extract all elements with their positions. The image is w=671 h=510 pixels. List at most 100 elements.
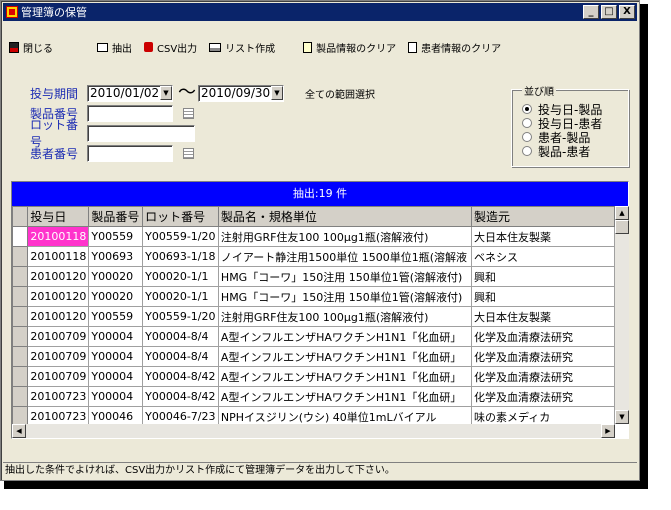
extract-button[interactable]: 抽出 (97, 40, 132, 55)
clear-patient-button[interactable]: 患者情報のクリア (408, 40, 501, 55)
table-cell[interactable]: 興和 (471, 266, 615, 287)
table-cell[interactable]: 化学及血清療法研究 (471, 346, 615, 367)
table-cell[interactable]: ベネシス (471, 246, 615, 267)
table-cell[interactable]: 20100120 (27, 286, 90, 307)
table-cell[interactable]: 20100709 (27, 326, 90, 347)
table-cell[interactable]: NPHイスジリン(ウシ) 40単位1mLバイアル (217, 406, 473, 424)
patient-number-field[interactable] (87, 144, 173, 162)
table-cell[interactable]: 化学及血清療法研究 (471, 386, 615, 407)
clear-product-button[interactable]: 製品情報のクリア (303, 40, 396, 55)
date-from-dropdown-icon[interactable]: ▼ (160, 86, 172, 100)
table-cell[interactable]: 大日本住友製薬 (471, 226, 615, 247)
column-header[interactable]: 製造元 (471, 206, 615, 227)
horizontal-scrollbar[interactable]: ◀ ▶ (12, 424, 615, 438)
create-list-button[interactable]: リスト作成 (209, 40, 275, 55)
table-cell[interactable]: Y00004 (88, 366, 144, 387)
table-cell[interactable]: A型インフルエンザHAワクチンH1N1「化血研」 (217, 386, 473, 407)
product-number-field[interactable] (87, 104, 173, 122)
table-cell[interactable]: ノイアート静注用1500単位 1500単位1瓶(溶解液 (217, 246, 473, 267)
table-cell[interactable]: 大日本住友製薬 (471, 306, 615, 327)
table-cell[interactable]: Y00046-7/23 (142, 406, 219, 424)
scroll-down-icon[interactable]: ▼ (615, 410, 629, 424)
table-row[interactable]: 20100723 Y00046 Y00046-7/23 NPHイスジリン(ウシ) 40… (12, 406, 615, 424)
sort-option-product-patient[interactable]: 製品-患者 (522, 144, 628, 159)
close-tool-button[interactable]: 閉じる (9, 40, 53, 55)
table-cell[interactable]: Y00559-1/20 (142, 306, 219, 327)
table-cell[interactable]: Y00693 (88, 246, 144, 267)
table-row[interactable]: 20100118 Y00693 Y00693-1/18 ノイアート静注用1500単位 … (12, 246, 615, 267)
table-cell[interactable]: HMG「コーワ」150注用 150単位1管(溶解液付) (217, 286, 473, 307)
column-header[interactable]: 投与日 (27, 206, 90, 227)
table-cell[interactable]: Y00004 (88, 346, 144, 367)
table-cell[interactable]: 化学及血清療法研究 (471, 366, 615, 387)
table-cell[interactable]: Y00004-8/4 (142, 326, 219, 347)
row-selector[interactable] (12, 366, 29, 387)
table-cell[interactable]: 20100118 (27, 246, 90, 267)
table-cell[interactable]: Y00693-1/18 (142, 246, 219, 267)
table-cell[interactable]: Y00020-1/1 (142, 266, 219, 287)
minimize-button[interactable]: _ (583, 5, 599, 19)
scroll-up-icon[interactable]: ▲ (615, 206, 629, 220)
table-cell[interactable]: 20100709 (27, 346, 90, 367)
vertical-scrollbar[interactable]: ▲ ▼ (615, 206, 629, 424)
table-cell[interactable]: Y00004-8/42 (142, 386, 219, 407)
table-cell[interactable]: 注射用GRF住友100 100μg1瓶(溶解液付) (217, 306, 473, 327)
table-cell[interactable]: 20100120 (27, 266, 90, 287)
radio-icon[interactable] (522, 104, 532, 114)
column-header[interactable]: ロット番号 (142, 206, 219, 227)
lot-number-field[interactable] (87, 124, 195, 142)
table-cell[interactable]: Y00559 (88, 306, 144, 327)
table-cell[interactable]: Y00004 (88, 326, 144, 347)
row-selector[interactable] (12, 326, 29, 347)
table-cell[interactable]: Y00559 (88, 226, 144, 247)
scroll-right-icon[interactable]: ▶ (601, 424, 615, 438)
table-row[interactable]: 20100118 Y00559 Y00559-1/20 注射用GRF住友100 100… (12, 226, 615, 247)
table-cell[interactable]: 20100120 (27, 306, 90, 327)
column-header[interactable]: 製品番号 (88, 206, 144, 227)
table-cell[interactable]: Y00004 (88, 386, 144, 407)
radio-icon[interactable] (522, 146, 532, 156)
row-selector[interactable] (12, 246, 29, 267)
radio-icon[interactable] (522, 118, 532, 128)
row-selector[interactable] (12, 386, 29, 407)
close-button[interactable]: X (619, 5, 635, 19)
column-header[interactable]: 製品名・規格単位 (217, 206, 473, 227)
row-selector[interactable] (12, 306, 29, 327)
table-cell[interactable]: 20100723 (27, 386, 90, 407)
table-cell[interactable]: Y00020 (88, 286, 144, 307)
table-row[interactable]: 20100723 Y00004 Y00004-8/42 A型インフルエンザHAワクチン… (12, 386, 615, 407)
row-selector[interactable] (12, 266, 29, 287)
date-to-dropdown-icon[interactable]: ▼ (271, 86, 283, 100)
product-picker-icon[interactable] (183, 107, 194, 119)
table-cell[interactable]: 20100723 (27, 406, 90, 424)
radio-icon[interactable] (522, 132, 532, 142)
table-cell[interactable]: 注射用GRF住友100 100μg1瓶(溶解液付) (217, 226, 473, 247)
table-cell[interactable]: Y00020 (88, 266, 144, 287)
table-cell[interactable]: 興和 (471, 286, 615, 307)
table-cell[interactable]: 味の素メディカ (471, 406, 615, 424)
row-selector[interactable] (12, 226, 29, 247)
table-cell[interactable]: A型インフルエンザHAワクチンH1N1「化血研」 (217, 326, 473, 347)
maximize-button[interactable]: □ (601, 5, 617, 19)
table-cell[interactable]: 20100709 (27, 366, 90, 387)
table-row[interactable]: 20100709 Y00004 Y00004-8/4 A型インフルエンザHAワクチンH… (12, 346, 615, 367)
table-row[interactable]: 20100709 Y00004 Y00004-8/4 A型インフルエンザHAワクチンH… (12, 326, 615, 347)
csv-export-button[interactable]: CSV出力 (144, 40, 197, 55)
table-cell[interactable]: Y00020-1/1 (142, 286, 219, 307)
row-selector[interactable] (12, 286, 29, 307)
row-selector[interactable] (12, 346, 29, 367)
patient-picker-icon[interactable] (183, 147, 194, 159)
table-cell[interactable]: Y00559-1/20 (142, 226, 219, 247)
scroll-left-icon[interactable]: ◀ (12, 424, 26, 438)
select-all-range-button[interactable]: 全ての範囲選択 (305, 86, 375, 101)
table-row[interactable]: 20100120 Y00559 Y00559-1/20 注射用GRF住友100 100… (12, 306, 615, 327)
scroll-thumb[interactable] (615, 220, 629, 234)
table-cell[interactable]: HMG「コーワ」150注用 150単位1管(溶解液付) (217, 266, 473, 287)
table-cell[interactable]: Y00004-8/42 (142, 366, 219, 387)
table-cell[interactable]: A型インフルエンザHAワクチンH1N1「化血研」 (217, 346, 473, 367)
row-selector[interactable] (12, 406, 29, 424)
table-cell[interactable]: A型インフルエンザHAワクチンH1N1「化血研」 (217, 366, 473, 387)
table-cell[interactable]: 20100118 (27, 226, 90, 247)
table-row[interactable]: 20100120 Y00020 Y00020-1/1 HMG「コーワ」150注用 15… (12, 266, 615, 287)
table-cell[interactable]: 化学及血清療法研究 (471, 326, 615, 347)
